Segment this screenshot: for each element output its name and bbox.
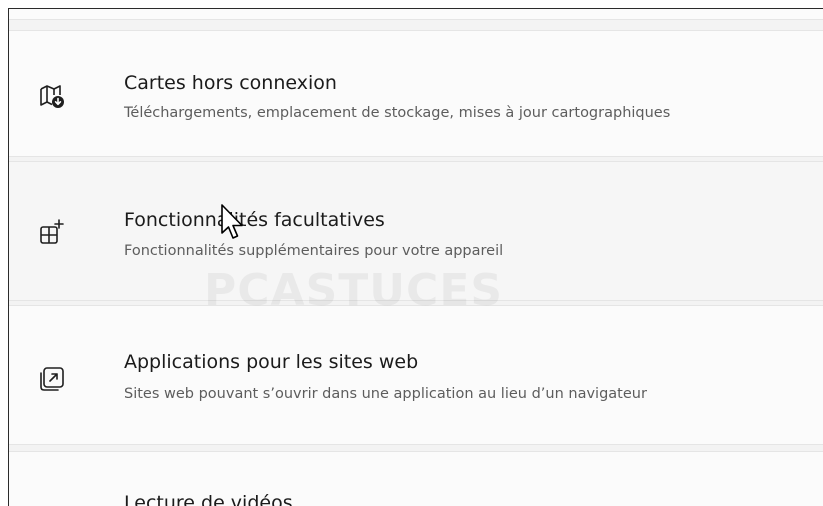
settings-item-apps-for-websites[interactable]: Applications pour les sites web Sites we…: [9, 305, 823, 445]
settings-item-video-playback[interactable]: Lecture de vidéos: [9, 451, 823, 506]
settings-item-title: Lecture de vidéos: [124, 492, 293, 506]
settings-item-title: Applications pour les sites web: [124, 351, 419, 373]
apps-for-websites-icon: [39, 366, 65, 392]
mouse-cursor-icon: [220, 203, 246, 243]
settings-item-description: Fonctionnalités supplémentaires pour vot…: [124, 243, 504, 259]
optional-features-icon: [39, 219, 65, 245]
settings-item-description: Téléchargements, emplacement de stockage…: [124, 105, 671, 121]
offline-map-icon: [39, 83, 65, 109]
previous-settings-card: [9, 9, 823, 20]
settings-item-offline-maps[interactable]: Cartes hors connexion Téléchargements, e…: [9, 30, 823, 157]
settings-item-optional-features[interactable]: Fonctionnalités facultatives Fonctionnal…: [9, 161, 823, 301]
settings-page: Cartes hors connexion Téléchargements, e…: [8, 8, 823, 506]
settings-item-title: Cartes hors connexion: [124, 72, 337, 94]
settings-item-title: Fonctionnalités facultatives: [124, 209, 385, 231]
settings-item-description: Sites web pouvant s’ouvrir dans une appl…: [124, 386, 647, 402]
